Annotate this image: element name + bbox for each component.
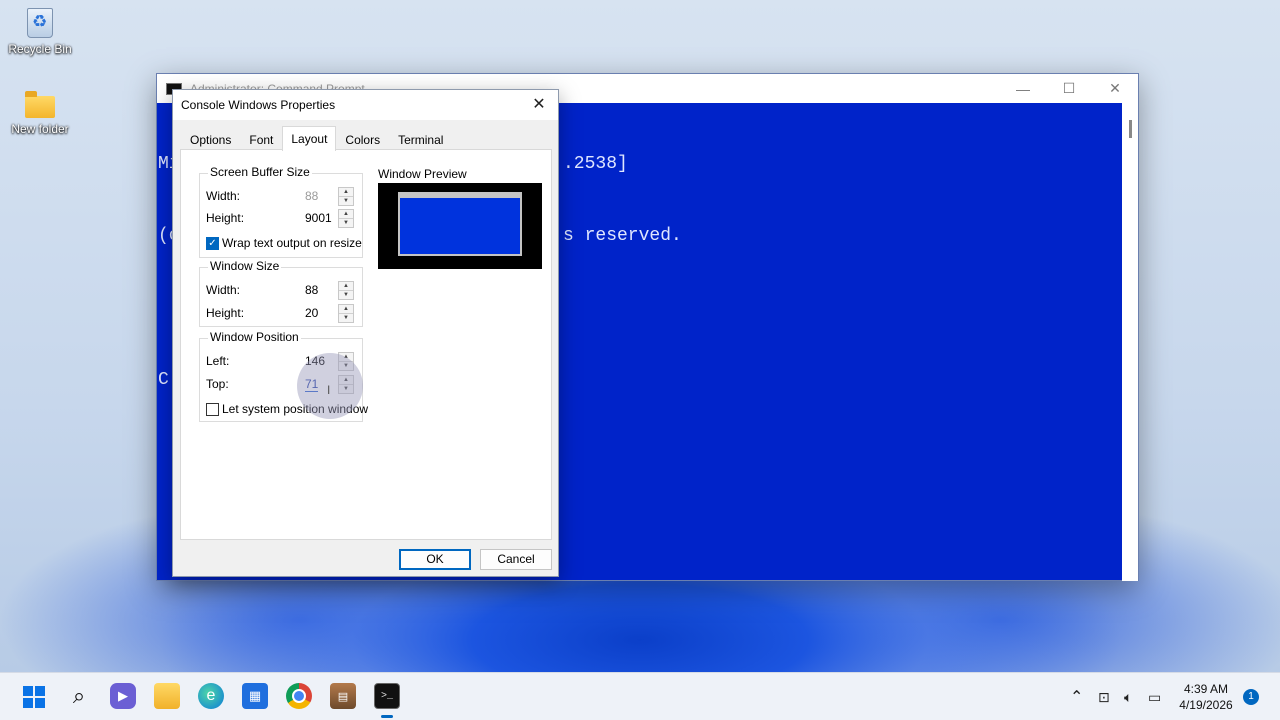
tab-terminal[interactable]: Terminal xyxy=(389,128,452,150)
buffer-width-label: Width: xyxy=(206,189,241,203)
clock-time: 4:39 AM xyxy=(1183,682,1229,696)
group-label: Window Size xyxy=(208,259,282,273)
desktop-icon-label: New folder xyxy=(11,122,69,136)
battery-icon[interactable]: ▭ xyxy=(1148,673,1161,720)
desktop-icon-new-folder[interactable]: New folder xyxy=(5,91,75,136)
notification-badge[interactable]: 1 xyxy=(1243,689,1259,705)
spinner-arrows[interactable]: ▲ ▼ xyxy=(338,304,354,323)
preview-window-thumbnail xyxy=(398,192,522,256)
ok-button[interactable]: OK xyxy=(399,549,471,570)
file-explorer-icon[interactable] xyxy=(154,683,180,709)
window-size-group: Window Size Width: 88 ▲ ▼ Height: 20 ▲ ▼ xyxy=(199,259,363,327)
volume-icon[interactable]: 🔈︎ xyxy=(1124,673,1132,720)
screen-buffer-group: Screen Buffer Size Width: 88 ▲ ▼ Height: … xyxy=(199,165,363,258)
buffer-height-spinner[interactable]: 9001 ▲ ▼ xyxy=(302,209,354,228)
desktop-icon-label: Recycle Bin xyxy=(8,42,72,56)
close-icon[interactable]: ✕ xyxy=(528,94,550,116)
window-preview xyxy=(378,183,542,269)
network-icon[interactable]: ⊡ xyxy=(1098,673,1110,720)
search-icon[interactable]: ⌕ xyxy=(66,683,92,709)
window-width-spinner[interactable]: 88 ▲ ▼ xyxy=(302,281,354,300)
folder-icon xyxy=(25,91,55,118)
spinner-value: 20 xyxy=(305,306,319,320)
wrap-text-checkbox[interactable]: ✓ xyxy=(206,237,219,250)
up-arrow-icon[interactable]: ▲ xyxy=(339,305,353,314)
maximize-button[interactable]: ☐ xyxy=(1046,74,1092,103)
layout-tab-panel: Screen Buffer Size Width: 88 ▲ ▼ Height: … xyxy=(180,149,552,540)
console-line: s reserved. xyxy=(563,226,682,246)
minimize-button[interactable]: — xyxy=(1000,74,1046,103)
show-hidden-icons-chevron-icon[interactable]: ⌃ xyxy=(1070,673,1083,720)
window-height-label: Height: xyxy=(206,306,245,320)
winrar-icon[interactable]: ▤ xyxy=(330,683,356,709)
desktop-icon-recycle-bin[interactable]: Recycle Bin xyxy=(5,8,75,56)
chat-icon[interactable]: ▶ xyxy=(110,683,136,709)
spinner-arrows[interactable]: ▲ ▼ xyxy=(338,281,354,300)
up-arrow-icon[interactable]: ▲ xyxy=(339,282,353,291)
window-height-spinner[interactable]: 20 ▲ ▼ xyxy=(302,304,354,323)
tab-font[interactable]: Font xyxy=(240,128,282,150)
window-preview-label: Window Preview xyxy=(378,167,467,181)
spinner-arrows[interactable]: ▲ ▼ xyxy=(338,209,354,228)
command-prompt-icon[interactable]: >_ xyxy=(374,683,400,709)
close-button[interactable]: ✕ xyxy=(1092,74,1138,103)
clock-date: 4/19/2026 xyxy=(1179,698,1233,712)
clock[interactable]: 4:39 AM 4/19/2026 xyxy=(1176,681,1236,713)
position-top-label: Top: xyxy=(206,377,229,391)
chrome-icon[interactable] xyxy=(286,683,312,709)
down-arrow-icon[interactable]: ▼ xyxy=(339,197,353,206)
taskbar: ⌕ ▶ e ▦ ▤ >_ ⌃ ⊡ 🔈︎ ▭ 4:39 AM 4/19/2026 … xyxy=(0,672,1280,720)
buffer-width-spinner[interactable]: 88 ▲ ▼ xyxy=(302,187,354,206)
spinner-value: 9001 xyxy=(305,211,332,225)
console-line: .2538] xyxy=(563,154,628,174)
wrap-text-label[interactable]: Wrap text output on resize xyxy=(222,236,362,250)
tab-strip: Options Font Layout Colors Terminal xyxy=(181,126,452,151)
vertical-scrollbar[interactable] xyxy=(1122,103,1138,581)
buffer-height-label: Height: xyxy=(206,211,245,225)
up-arrow-icon[interactable]: ▲ xyxy=(339,210,353,219)
tab-colors[interactable]: Colors xyxy=(336,128,389,150)
group-label: Screen Buffer Size xyxy=(208,165,312,179)
spinner-value: 88 xyxy=(305,189,319,203)
scrollbar-thumb[interactable] xyxy=(1129,120,1132,138)
spinner-arrows[interactable]: ▲ ▼ xyxy=(338,187,354,206)
down-arrow-icon[interactable]: ▼ xyxy=(339,314,353,323)
text-cursor-icon: I xyxy=(327,383,331,397)
tab-options[interactable]: Options xyxy=(181,128,240,150)
down-arrow-icon[interactable]: ▼ xyxy=(339,219,353,228)
group-label: Window Position xyxy=(208,330,301,344)
console-output-tail: .2538] s reserved. xyxy=(563,104,682,296)
dialog-titlebar[interactable]: Console Windows Properties ✕ xyxy=(173,90,558,120)
console-properties-dialog[interactable]: Console Windows Properties ✕ Options Fon… xyxy=(172,89,559,577)
down-arrow-icon[interactable]: ▼ xyxy=(339,291,353,300)
recycle-bin-icon xyxy=(27,8,53,38)
cancel-button[interactable]: Cancel xyxy=(480,549,552,570)
system-position-checkbox[interactable] xyxy=(206,403,219,416)
dialog-title: Console Windows Properties xyxy=(181,98,336,112)
store-icon[interactable]: ▦ xyxy=(242,683,268,709)
edge-icon[interactable]: e xyxy=(198,683,224,709)
window-width-label: Width: xyxy=(206,283,241,297)
spinner-value: 88 xyxy=(305,283,319,297)
start-icon[interactable] xyxy=(22,685,46,709)
tab-layout[interactable]: Layout xyxy=(282,126,337,151)
up-arrow-icon[interactable]: ▲ xyxy=(339,188,353,197)
position-left-label: Left: xyxy=(206,354,230,368)
active-app-indicator xyxy=(381,715,393,718)
